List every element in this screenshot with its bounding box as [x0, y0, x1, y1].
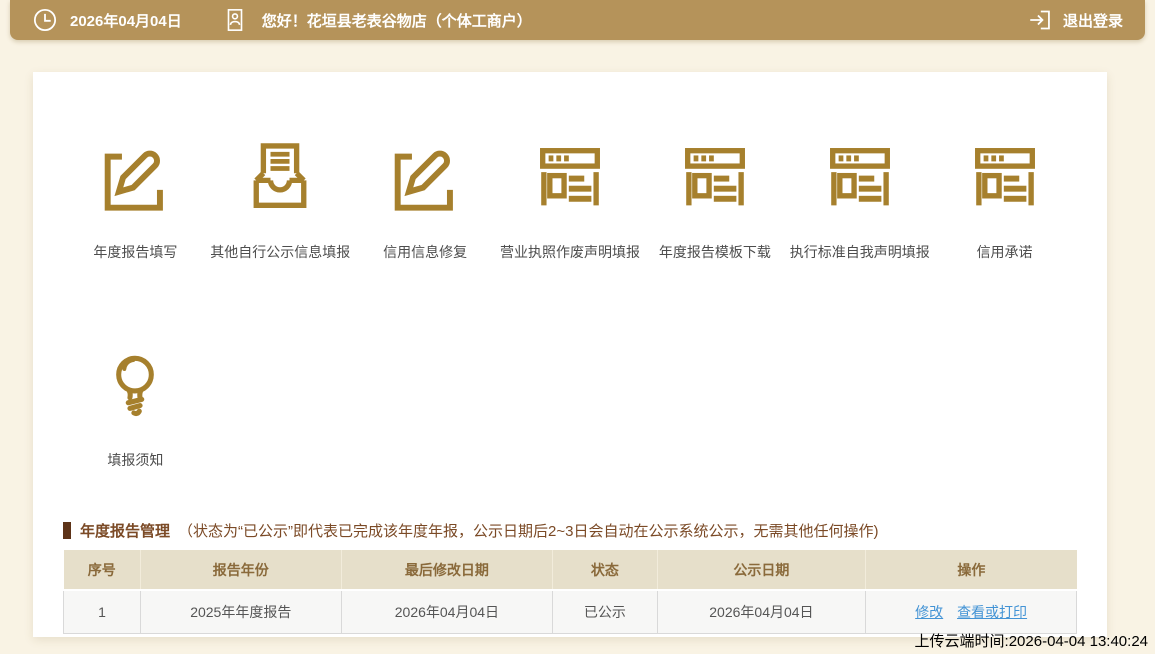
browser-window-icon [967, 140, 1043, 216]
modify-link[interactable]: 修改 [915, 604, 943, 620]
shortcut-grid: 年度报告填写 其他自行公示信息填报 信用信息修复 营业执照作废声明填报 年度报告… [33, 72, 1107, 262]
topbar-left: 2026年04月04日 您好！花垣县老表谷物店（个体工商户） [32, 7, 1027, 33]
shortcut-license-void-declaration[interactable]: 营业执照作废声明填报 [498, 140, 643, 262]
current-date: 2026年04月04日 [70, 12, 182, 30]
shortcut-credit-repair[interactable]: 信用信息修复 [353, 140, 498, 262]
inbox-document-icon [242, 140, 318, 216]
shortcut-label: 年度报告模板下载 [658, 244, 771, 260]
browser-window-icon [822, 140, 898, 216]
col-header-year: 报告年份 [140, 550, 342, 590]
logout-label: 退出登录 [1062, 12, 1123, 30]
cell-status: 已公示 [552, 589, 658, 634]
lightbulb-icon [99, 350, 171, 424]
shortcut-label: 营业执照作废声明填报 [499, 244, 640, 260]
edit-icon [387, 140, 463, 216]
clock-icon [32, 7, 58, 33]
section-marker [63, 522, 71, 539]
shortcut-label: 信用信息修复 [383, 244, 468, 260]
shortcut-standard-self-declaration[interactable]: 执行标准自我声明填报 [787, 140, 932, 262]
id-badge-icon [222, 7, 248, 33]
shortcut-annual-report-fill[interactable]: 年度报告填写 [63, 140, 208, 262]
upload-time-text: 上传云端时间:2026-04-04 13:40:24 [914, 633, 1148, 650]
col-header-publish-date: 公示日期 [657, 550, 867, 590]
annual-report-table: 序号 报告年份 最后修改日期 状态 公示日期 操作 1 2025年年度报告 20… [63, 550, 1077, 634]
section-note: （状态为“已公示”即代表已完成该年度年报，公示日期后2~3日会自动在公示系统公示… [178, 523, 879, 540]
shortcut-label: 年度报告填写 [93, 244, 178, 260]
section-header: 年度报告管理 （状态为“已公示”即代表已完成该年度年报，公示日期后2~3日会自动… [63, 520, 1077, 541]
cell-report-year: 2025年年度报告 [139, 589, 342, 634]
shortcut-other-public-info[interactable]: 其他自行公示信息填报 [208, 140, 353, 262]
table-header-row: 序号 报告年份 最后修改日期 状态 公示日期 操作 [63, 550, 1077, 590]
edit-icon [97, 140, 173, 216]
cell-actions: 修改 查看或打印 [865, 589, 1077, 634]
view-or-print-link[interactable]: 查看或打印 [957, 604, 1027, 620]
shortcut-label: 填报须知 [107, 452, 164, 468]
user-greeting: 您好！花垣县老表谷物店（个体工商户） [261, 12, 532, 30]
section-title: 年度报告管理 [80, 523, 171, 540]
main-card: 年度报告填写 其他自行公示信息填报 信用信息修复 营业执照作废声明填报 年度报告… [33, 72, 1107, 637]
cell-index: 1 [63, 589, 141, 634]
cell-modified-date: 2026年04月04日 [340, 589, 554, 634]
browser-window-icon [532, 140, 608, 216]
shortcut-credit-commitment[interactable]: 信用承诺 [932, 140, 1077, 262]
col-header-modified: 最后修改日期 [341, 550, 554, 590]
logout-button[interactable]: 退出登录 [1027, 7, 1123, 33]
shortcut-label: 其他自行公示信息填报 [210, 244, 351, 260]
shortcut-label: 执行标准自我声明填报 [789, 244, 930, 260]
logout-icon [1027, 7, 1053, 33]
table-row: 1 2025年年度报告 2026年04月04日 已公示 2026年04月04日 … [63, 589, 1077, 634]
shortcut-filing-notice[interactable]: 填报须知 [63, 350, 208, 470]
topbar: 2026年04月04日 您好！花垣县老表谷物店（个体工商户） 退出登录 [10, 0, 1145, 40]
cell-publish-date: 2026年04月04日 [656, 589, 867, 634]
col-header-status: 状态 [552, 550, 658, 590]
shortcut-report-template-download[interactable]: 年度报告模板下载 [642, 140, 787, 262]
browser-window-icon [677, 140, 753, 216]
col-header-index: 序号 [63, 550, 141, 590]
col-header-actions: 操作 [865, 550, 1077, 590]
shortcut-label: 信用承诺 [976, 244, 1033, 260]
notice-row: 填报须知 [33, 350, 1107, 470]
